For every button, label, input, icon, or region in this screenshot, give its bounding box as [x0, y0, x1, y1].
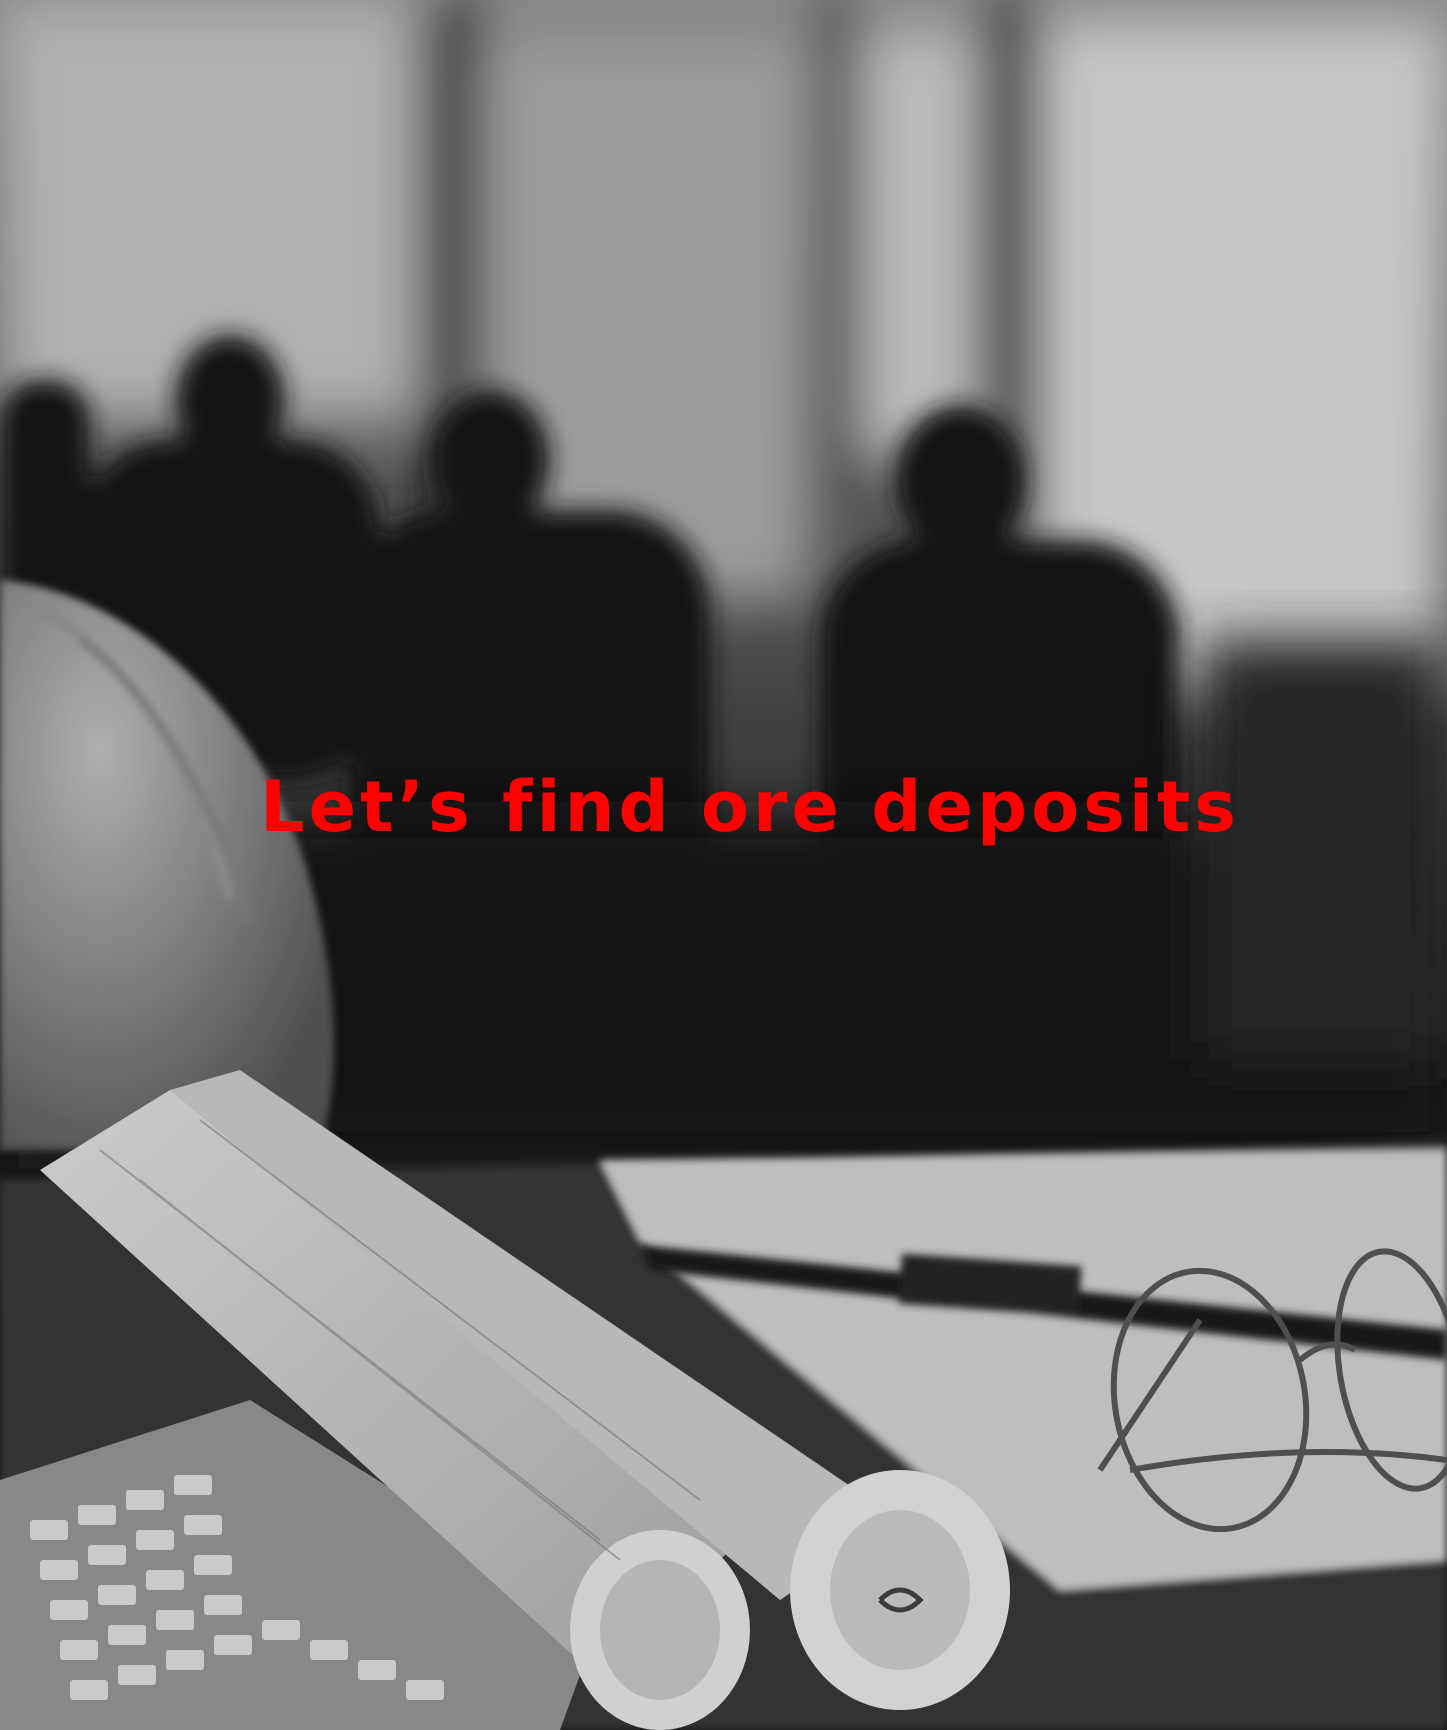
hero-title: Let’s find ore deposits	[260, 766, 1240, 848]
background-photo	[0, 0, 1447, 1730]
hero-section: Let’s find ore deposits	[0, 0, 1447, 1730]
